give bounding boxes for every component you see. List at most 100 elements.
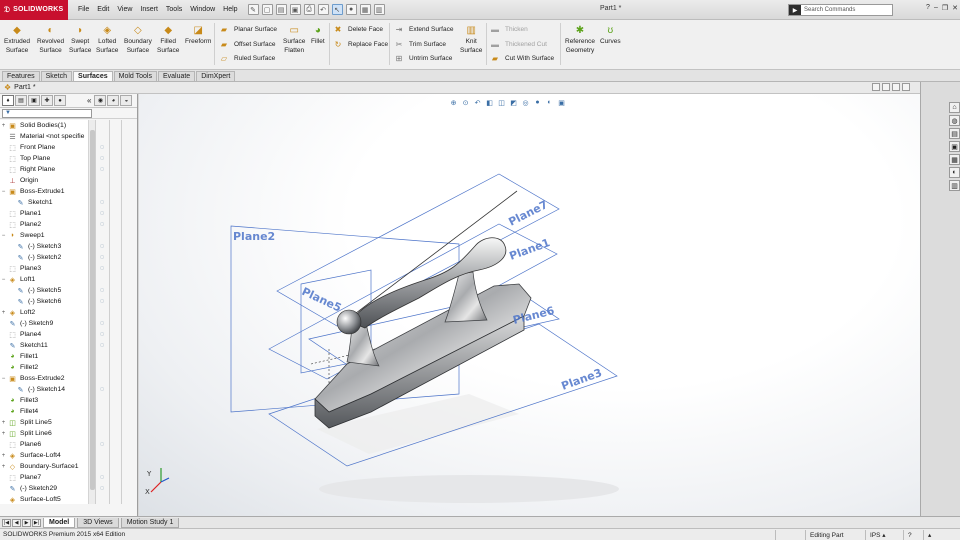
restore-icon[interactable]: ❐ [942, 4, 948, 12]
thicken-button[interactable]: ▬ Thicken [490, 24, 528, 34]
tree-node[interactable]: ◕ Fillet4 [0, 406, 94, 417]
freeform-button[interactable]: ◪ Freeform [185, 24, 211, 46]
tree-node[interactable]: ✎ (-) Sketch6 [0, 296, 94, 307]
graphics-viewport[interactable]: ⊕ ⊙ ↶ ◧ ◫ ◩ ◎ ● ◐ ▣ Plane2 Plane7 Plane1… [139, 94, 920, 516]
expand-toggle-icon[interactable]: + [0, 420, 7, 426]
status-options-icon[interactable]: ▴ [923, 530, 943, 540]
first-tab-icon[interactable]: |◀ [2, 518, 11, 527]
model-view[interactable]: Plane2 Plane7 Plane1 Plane5 Plane6 Plane… [139, 94, 920, 516]
reference-geometry-button[interactable]: ✱ Reference Geometry [565, 24, 595, 55]
expand-toggle-icon[interactable]: − [0, 277, 7, 283]
configurationmanager-tab-icon[interactable]: ▣ [28, 95, 40, 106]
tree-node[interactable]: − ▣ Boss-Extrude1 [0, 186, 94, 197]
select-arrow-icon[interactable]: ↖ [331, 4, 343, 15]
trim-surface-button[interactable]: ✂ Trim Surface [394, 39, 446, 49]
menu-help[interactable]: Help [219, 6, 241, 13]
tree-node[interactable]: − ◈ Loft1 [0, 274, 94, 285]
rebuild-icon[interactable]: ● [345, 4, 357, 15]
propertymanager-tab-icon[interactable]: ▤ [15, 95, 27, 106]
search-commands-box[interactable]: ▶ Search Commands [788, 4, 893, 16]
menu-insert[interactable]: Insert [136, 6, 162, 13]
tree-node[interactable]: + ◫ Split Line6 [0, 428, 94, 439]
options-icon[interactable]: ▥ [373, 4, 385, 15]
handle-knob[interactable] [336, 309, 362, 335]
tree-node[interactable]: ⬚ Plane7 [0, 472, 94, 483]
tree-node[interactable]: ⬚ Top Plane [0, 153, 94, 164]
tree-node[interactable]: ✎ (-) Sketch14 [0, 384, 94, 395]
pin-icon[interactable]: ✎ [247, 4, 259, 15]
print-icon[interactable]: ⎙ [303, 4, 315, 15]
view-palette-icon[interactable]: ▦ [949, 154, 960, 165]
menu-view[interactable]: View [113, 6, 136, 13]
appearances-icon[interactable]: ◐ [949, 167, 960, 178]
base-top-face[interactable] [314, 283, 532, 413]
expand-toggle-icon[interactable]: + [0, 464, 7, 470]
tree-node[interactable]: ⬚ Right Plane [0, 164, 94, 175]
tree-node[interactable]: ⊥ Origin [0, 175, 94, 186]
close-icon[interactable]: ✕ [952, 4, 958, 12]
dimxpertmanager-tab-icon[interactable]: ✚ [41, 95, 53, 106]
menu-file[interactable]: File [74, 6, 93, 13]
tab-3d-views[interactable]: 3D Views [77, 517, 119, 528]
replace-face-button[interactable]: ↻ Replace Face [333, 39, 388, 49]
knit-surface-button[interactable]: ▥ Knit Surface [460, 24, 482, 55]
tree-node[interactable]: ◕ Fillet1 [0, 351, 94, 362]
plane-label[interactable]: Plane7 [506, 198, 550, 229]
last-tab-icon[interactable]: ▶| [32, 518, 41, 527]
surface-flatten-button[interactable]: ▭ Surface Flatten [283, 24, 305, 55]
file-properties-icon[interactable]: ▦ [359, 4, 371, 15]
doc-minimize-icon[interactable] [872, 83, 880, 91]
tree-node[interactable]: ⬚ Plane1 [0, 208, 94, 219]
undo-icon[interactable]: ↶ [317, 4, 329, 15]
tree-node[interactable]: − ▣ Boss-Extrude2 [0, 373, 94, 384]
ruled-surface-button[interactable]: ▱ Ruled Surface [219, 53, 275, 63]
solidworks-logo[interactable]: 𝔇 SOLIDWORKS [0, 0, 68, 20]
units-selector[interactable]: IPS ▴ [865, 530, 903, 540]
tree-node[interactable]: + ◈ Surface-Loft4 [0, 450, 94, 461]
plane-label[interactable]: Plane2 [233, 230, 275, 243]
plane-label[interactable]: Plane5 [300, 285, 344, 315]
tree-node[interactable]: ⬚ Plane4 [0, 329, 94, 340]
tab-dimxpert[interactable]: DimXpert [196, 71, 236, 81]
expand-toggle-icon[interactable]: + [0, 431, 7, 437]
menu-edit[interactable]: Edit [93, 6, 113, 13]
lofted-surface-button[interactable]: ◈ Lofted Surface [96, 24, 118, 55]
tree-node[interactable]: + ◈ Loft2 [0, 307, 94, 318]
tab-mold-tools[interactable]: Mold Tools [113, 71, 157, 81]
revolved-surface-button[interactable]: ◐ Revolved Surface [37, 24, 64, 55]
custom-properties-icon[interactable]: ▥ [949, 180, 960, 191]
open-folder-icon[interactable]: ▤ [275, 4, 287, 15]
delete-face-button[interactable]: ✖ Delete Face [333, 24, 383, 34]
tree-node[interactable]: ◕ Fillet2 [0, 362, 94, 373]
displaymanager-tab-icon[interactable]: ● [54, 95, 66, 106]
menu-tools[interactable]: Tools [162, 6, 186, 13]
tree-node[interactable]: ⬚ Plane3 [0, 263, 94, 274]
expand-toggle-icon[interactable]: − [0, 189, 7, 195]
doc-close-icon[interactable] [902, 83, 910, 91]
new-document-icon[interactable]: ▢ [261, 4, 273, 15]
tab-features[interactable]: Features [2, 71, 40, 81]
plane-label[interactable]: Plane3 [560, 366, 604, 393]
expand-toggle-icon[interactable]: + [0, 310, 7, 316]
curves-button[interactable]: ʊ Curves [600, 24, 621, 46]
boundary-surface-button[interactable]: ◇ Boundary Surface [124, 24, 152, 55]
design-library-icon[interactable]: ▤ [949, 128, 960, 139]
tree-node[interactable]: ⬚ Front Plane [0, 142, 94, 153]
thickened-cut-button[interactable]: ▬ Thickened Cut [490, 39, 547, 49]
planar-surface-button[interactable]: ▰ Planar Surface [219, 24, 277, 34]
expand-toggle-icon[interactable]: − [0, 376, 7, 382]
tree-node[interactable]: ✎ (-) Sketch9 [0, 318, 94, 329]
minimize-icon[interactable]: – [934, 4, 938, 12]
expand-toggle-icon[interactable]: + [0, 123, 7, 129]
collapse-panel-icon[interactable]: « [87, 96, 91, 105]
tree-node[interactable]: + ▣ Solid Bodies(1) [0, 120, 94, 131]
tab-model[interactable]: Model [43, 517, 76, 528]
tree-node[interactable]: ✎ Sketch1 [0, 197, 94, 208]
expand-toggle-icon[interactable]: + [0, 453, 7, 459]
tree-node[interactable]: ⬚ Plane6 [0, 439, 94, 450]
tree-node[interactable]: + ◇ Boundary-Surface1 [0, 461, 94, 472]
tree-node[interactable]: ✎ (-) Sketch29 [0, 483, 94, 494]
tab-surfaces[interactable]: Surfaces [73, 71, 113, 81]
tab-evaluate[interactable]: Evaluate [157, 71, 196, 81]
cut-with-surface-button[interactable]: ▰ Cut With Surface [490, 53, 554, 63]
